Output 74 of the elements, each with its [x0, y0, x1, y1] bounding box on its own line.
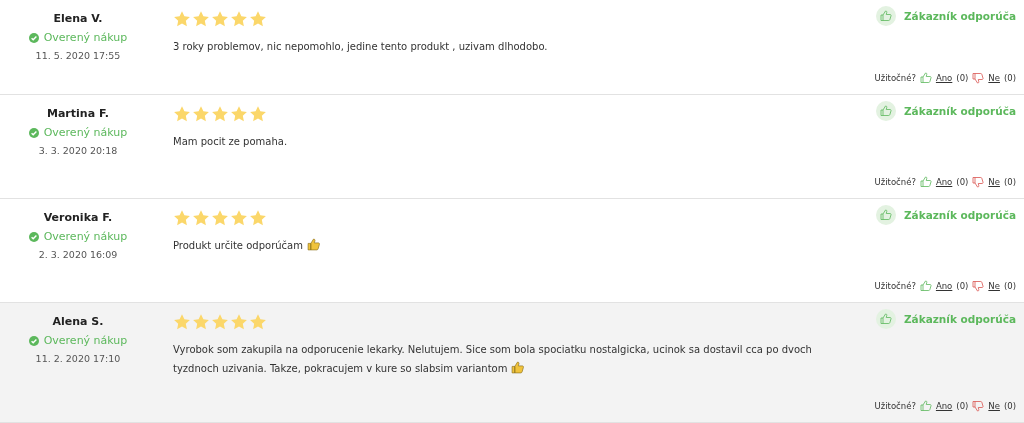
yes-link[interactable]: Ano — [935, 73, 953, 83]
no-link[interactable]: Ne — [988, 73, 1000, 83]
helpful-label: Užitočné? — [874, 401, 916, 411]
check-icon — [28, 231, 39, 242]
thumbs-up-icon — [511, 361, 525, 374]
yes-link[interactable]: Ano — [935, 281, 953, 291]
check-icon — [28, 127, 39, 138]
helpful-label: Užitočné? — [874, 177, 916, 187]
review-date: 11. 5. 2020 17:55 — [35, 50, 121, 61]
star-icon — [249, 10, 267, 28]
recommend-label: Zákazník odporúča — [904, 105, 1016, 117]
no-count: (0) — [1003, 73, 1016, 83]
yes-count: (0) — [956, 281, 969, 291]
reviewer-name: Martina F. — [47, 107, 109, 120]
star-icon — [249, 105, 267, 123]
reviewer-name: Alena S. — [52, 315, 104, 328]
review-date: 11. 2. 2020 17:10 — [35, 353, 121, 364]
yes-count: (0) — [956, 401, 969, 411]
recommend-label: Zákazník odporúča — [904, 10, 1016, 22]
star-icon — [211, 209, 229, 227]
review-text: Produkt určite odporúčam — [173, 236, 320, 255]
star-icon — [230, 10, 248, 28]
review-text: Mam pocit ze pomaha. — [173, 135, 288, 149]
verified-label: Overený nákup — [43, 126, 128, 139]
no-link[interactable]: Ne — [988, 177, 1000, 187]
verified-label: Overený nákup — [43, 31, 128, 44]
yes-count: (0) — [956, 73, 969, 83]
thumbs-up-icon — [306, 238, 320, 251]
thumbs-up-icon — [919, 400, 932, 412]
yes-link[interactable]: Ano — [935, 401, 953, 411]
no-link[interactable]: Ne — [988, 281, 1000, 291]
verified-label: Overený nákup — [43, 334, 128, 347]
review-text: Vyrobok som zakupila na odporucenie lekarky. Nelutujem. Sice som bola spociatku nostalgicka, ucinok sa dostavil cca po dvoch tyzdnoch uzivania. Takze, pokracujem v kure so slabsim variantom — [173, 343, 813, 376]
star-icon — [173, 10, 191, 28]
no-link[interactable]: Ne — [988, 401, 1000, 411]
review-text: 3 roky problemov, nic nepomohlo, jedine tento produkt , uzivam dlhodobo. — [173, 40, 548, 54]
thumbs-up-icon — [919, 280, 932, 292]
star-icon — [211, 105, 229, 123]
check-icon — [28, 32, 39, 43]
star-icon — [192, 209, 210, 227]
star-icon — [192, 313, 210, 331]
star-icon — [249, 313, 267, 331]
thumbs-down-icon — [972, 72, 985, 84]
star-icon — [173, 105, 191, 123]
star-icon — [230, 209, 248, 227]
yes-count: (0) — [956, 177, 969, 187]
yes-link[interactable]: Ano — [935, 177, 953, 187]
thumbs-up-icon — [919, 176, 932, 188]
no-count: (0) — [1003, 281, 1016, 291]
star-icon — [230, 105, 248, 123]
recommend-label: Zákazník odporúča — [904, 313, 1016, 325]
reviewer-name: Elena V. — [53, 12, 103, 25]
star-icon — [192, 10, 210, 28]
review-date: 3. 3. 2020 20:18 — [38, 145, 118, 156]
star-icon — [192, 105, 210, 123]
verified-label: Overený nákup — [43, 230, 128, 243]
recommend-label: Zákazník odporúča — [904, 209, 1016, 221]
no-count: (0) — [1003, 401, 1016, 411]
reviewer-name: Veronika F. — [43, 211, 113, 224]
review-date: 2. 3. 2020 16:09 — [38, 249, 118, 260]
thumbs-up-icon — [919, 72, 932, 84]
star-icon — [173, 209, 191, 227]
star-icon — [211, 10, 229, 28]
star-icon — [230, 313, 248, 331]
thumbs-down-icon — [972, 400, 985, 412]
thumbs-down-icon — [972, 176, 985, 188]
check-icon — [28, 335, 39, 346]
thumbs-down-icon — [972, 280, 985, 292]
no-count: (0) — [1003, 177, 1016, 187]
helpful-label: Užitočné? — [874, 281, 916, 291]
star-icon — [173, 313, 191, 331]
helpful-label: Užitočné? — [874, 73, 916, 83]
star-icon — [249, 209, 267, 227]
star-icon — [211, 313, 229, 331]
